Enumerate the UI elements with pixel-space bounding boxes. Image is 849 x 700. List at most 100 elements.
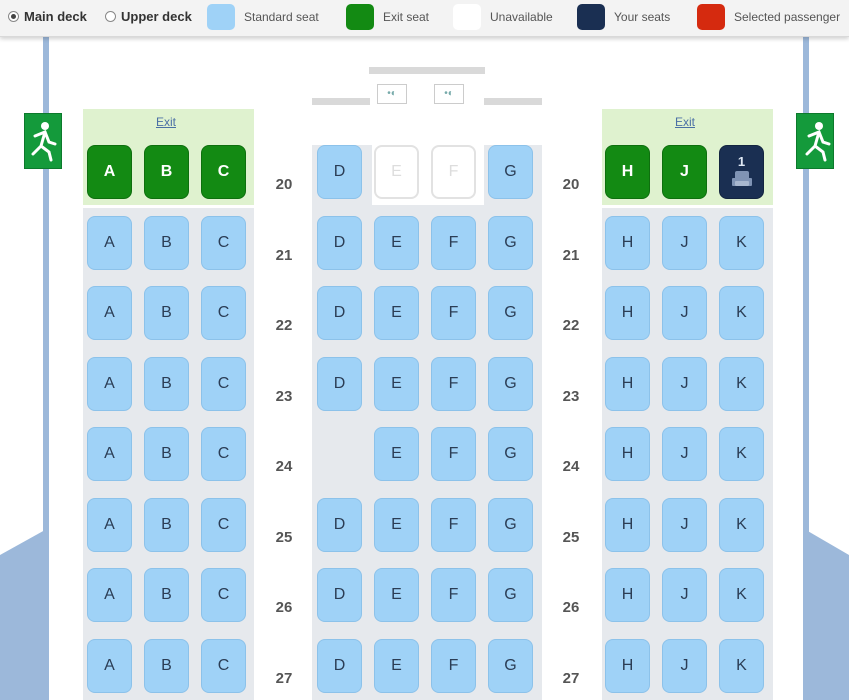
seat-20G[interactable]: G (488, 145, 533, 199)
radio-icon[interactable] (105, 11, 116, 22)
deck-label: Upper deck (121, 9, 192, 24)
seat-23A[interactable]: A (87, 356, 132, 411)
seat-20E: E (374, 145, 419, 199)
seat-24B[interactable]: B (144, 427, 189, 481)
seat-25F[interactable]: F (431, 497, 476, 552)
seat-25A[interactable]: A (87, 497, 132, 552)
legend-label: Your seats (614, 10, 671, 24)
seat-26K[interactable]: K (719, 568, 764, 622)
seat-25D[interactable]: D (317, 497, 362, 552)
seat-27J[interactable]: J (662, 638, 707, 693)
seat-21J[interactable]: J (662, 215, 707, 270)
seat-26F[interactable]: F (431, 568, 476, 622)
seat-24E[interactable]: E (374, 427, 419, 481)
seat-21A[interactable]: A (87, 215, 132, 270)
seat-26E[interactable]: E (374, 568, 419, 622)
seat-20B[interactable]: B (144, 145, 189, 199)
seat-20C[interactable]: C (201, 145, 246, 199)
seat-20H[interactable]: H (605, 145, 650, 199)
seat-26G[interactable]: G (488, 568, 533, 622)
deck-option-upper[interactable]: Upper deck (105, 9, 192, 24)
row-number-left: 22 (275, 317, 293, 334)
seat-24G[interactable]: G (488, 427, 533, 481)
seat-26H[interactable]: H (605, 568, 650, 622)
seat-24K[interactable]: K (719, 427, 764, 481)
seat-26J[interactable]: J (662, 568, 707, 622)
seat-20J[interactable]: J (662, 145, 707, 199)
seat-21K[interactable]: K (719, 215, 764, 270)
row-number-right: 26 (562, 599, 580, 616)
row-number-left: 25 (275, 528, 293, 546)
seat-24J[interactable]: J (662, 427, 707, 481)
seat-icon (731, 169, 753, 190)
seat-25E[interactable]: E (374, 497, 419, 552)
deck-option-main[interactable]: Main deck (8, 9, 87, 24)
seat-21G[interactable]: G (488, 215, 533, 270)
row-number-left: 24 (275, 458, 293, 475)
seat-27E[interactable]: E (374, 638, 419, 693)
seat-23H[interactable]: H (605, 356, 650, 411)
seat-22E[interactable]: E (374, 286, 419, 340)
seat-21D[interactable]: D (317, 215, 362, 270)
seat-25B[interactable]: B (144, 497, 189, 552)
seat-20K[interactable]: 1 (719, 145, 764, 199)
legend-label: Standard seat (244, 10, 319, 24)
seat-22K[interactable]: K (719, 286, 764, 340)
seat-24A[interactable]: A (87, 427, 132, 481)
seat-22D[interactable]: D (317, 286, 362, 340)
seat-22A[interactable]: A (87, 286, 132, 340)
seat-27B[interactable]: B (144, 638, 189, 693)
seat-26D[interactable]: D (317, 568, 362, 622)
seat-27C[interactable]: C (201, 638, 246, 693)
seat-map: Exit Exit A B C D E F G H J 1 20 20 A B C D E F G H J K 21 21 A B… (0, 0, 849, 700)
seat-23J[interactable]: J (662, 356, 707, 411)
seat-23G[interactable]: G (488, 356, 533, 411)
seat-22F[interactable]: F (431, 286, 476, 340)
seat-21C[interactable]: C (201, 215, 246, 270)
seat-27D[interactable]: D (317, 638, 362, 693)
seat-21E[interactable]: E (374, 215, 419, 270)
exit-label-right: Exit (674, 115, 695, 129)
seat-23B[interactable]: B (144, 356, 189, 411)
seat-22H[interactable]: H (605, 286, 650, 340)
seat-21F[interactable]: F (431, 215, 476, 270)
seat-23E[interactable]: E (374, 356, 419, 411)
seat-27K[interactable]: K (719, 638, 764, 693)
seat-27A[interactable]: A (87, 638, 132, 693)
seat-24H[interactable]: H (605, 427, 650, 481)
seat-23K[interactable]: K (719, 356, 764, 411)
seat-21B[interactable]: B (144, 215, 189, 270)
seat-22G[interactable]: G (488, 286, 533, 340)
seat-25J[interactable]: J (662, 497, 707, 552)
passenger-number: 1 (737, 154, 746, 169)
legend-your-seats: Your seats (577, 4, 670, 30)
seat-22B[interactable]: B (144, 286, 189, 340)
seat-26B[interactable]: B (144, 568, 189, 622)
seat-22J[interactable]: J (662, 286, 707, 340)
seat-20A[interactable]: A (87, 145, 132, 199)
seat-26C[interactable]: C (201, 568, 246, 622)
seat-23D[interactable]: D (317, 356, 362, 411)
seat-21H[interactable]: H (605, 215, 650, 270)
row-number-right: 24 (562, 458, 580, 475)
radio-icon[interactable] (8, 11, 19, 22)
legend-standard: Standard seat (207, 4, 319, 30)
seat-27F[interactable]: F (431, 638, 476, 693)
seat-25C[interactable]: C (201, 497, 246, 552)
seat-25G[interactable]: G (488, 497, 533, 552)
row-number-right: 22 (562, 317, 580, 334)
seat-legend-bar: Main deck Upper deck Standard seat Exit … (0, 0, 849, 37)
seat-27H[interactable]: H (605, 638, 650, 693)
seat-23C[interactable]: C (201, 356, 246, 411)
seat-25K[interactable]: K (719, 497, 764, 552)
deck-label: Main deck (24, 9, 87, 24)
seat-23F[interactable]: F (431, 356, 476, 411)
seat-24C[interactable]: C (201, 427, 246, 481)
seat-22C[interactable]: C (201, 286, 246, 340)
seat-20D[interactable]: D (317, 145, 362, 199)
seat-27G[interactable]: G (488, 638, 533, 693)
seat-24F[interactable]: F (431, 427, 476, 481)
seat-25H[interactable]: H (605, 497, 650, 552)
seat-26A[interactable]: A (87, 568, 132, 622)
legend-exit: Exit seat (346, 4, 429, 30)
